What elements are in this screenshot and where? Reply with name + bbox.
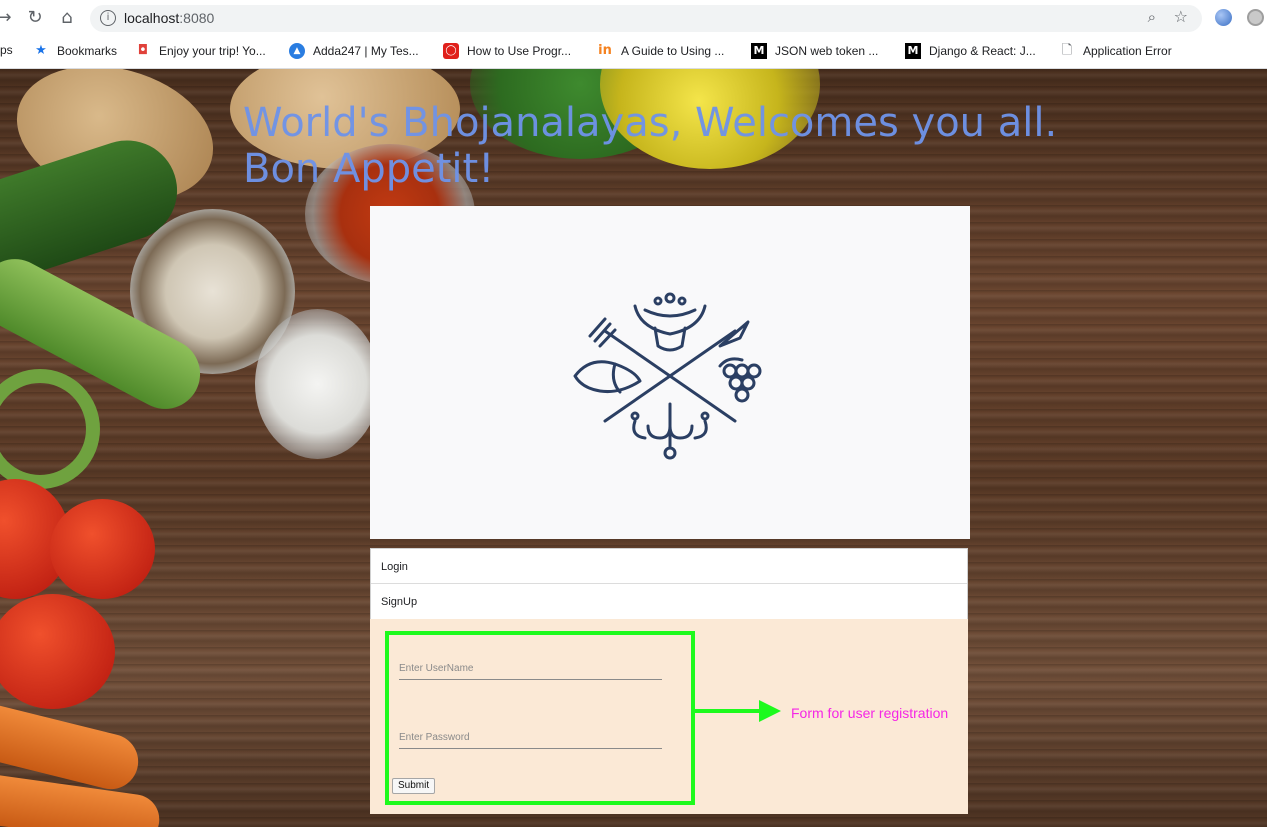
url-host: localhost — [124, 10, 180, 26]
extension-icon[interactable] — [1215, 9, 1232, 26]
oracle-icon: ◯ — [443, 43, 459, 59]
bookmark-json[interactable]: M JSON web token ... — [751, 43, 878, 59]
logo-fish — [573, 360, 642, 394]
logo-chandelier — [632, 402, 708, 448]
logo-knife-blade — [718, 320, 750, 348]
forward-icon[interactable]: → — [0, 6, 16, 30]
bookmark-label: Application Error — [1083, 44, 1172, 58]
registration-form: Enter UserName Enter Password Submit — [385, 631, 695, 805]
bookmark-label: A Guide to Using ... — [621, 44, 725, 58]
address-bar[interactable]: i localhost:8080 ⌕ ☆ — [90, 5, 1202, 32]
annotation-label: Form for user registration — [791, 705, 949, 721]
logo-fork-tines — [588, 317, 617, 348]
bookmarks-bar: ps ★ Bookmarks ◘ Enjoy your trip! Yo... ▲ A… — [0, 36, 1267, 69]
password-input[interactable]: Enter Password — [399, 732, 470, 743]
bookmark-trip[interactable]: ◘ Enjoy your trip! Yo... — [135, 43, 266, 59]
annotation-arrow-icon — [759, 700, 781, 722]
home-icon[interactable]: ⌂ — [55, 6, 79, 30]
signup-menu-item[interactable]: SignUp — [371, 584, 967, 619]
url-text[interactable]: localhost:8080 — [124, 10, 214, 26]
bookmark-app-error[interactable]: 🗋 Application Error — [1059, 43, 1172, 59]
bookmark-django[interactable]: M Django & React: J... — [905, 43, 1036, 59]
green-bean-image — [0, 369, 100, 489]
url-port: :8080 — [179, 10, 215, 26]
restaurant-logo-icon — [573, 292, 762, 460]
username-underline — [399, 679, 662, 680]
bookmark-adda[interactable]: ▲ Adda247 | My Tes... — [289, 43, 419, 59]
salt-jar-image — [255, 309, 380, 459]
bookmark-label: How to Use Progr... — [467, 44, 572, 58]
star-icon: ★ — [35, 43, 47, 58]
bookmark-label: Bookmarks — [57, 44, 118, 58]
browser-toolbar: → ↻ ⌂ i localhost:8080 ⌕ ☆ — [0, 0, 1267, 36]
bookmark-label: Django & React: J... — [929, 44, 1036, 58]
password-underline — [399, 748, 662, 749]
bookmark-bookmarks[interactable]: ★ Bookmarks — [33, 43, 117, 59]
in-icon: in — [598, 43, 612, 58]
bookmark-oracle[interactable]: ◯ How to Use Progr... — [443, 43, 571, 59]
profile-icon[interactable] — [1247, 9, 1264, 26]
annotation-arrow-line — [695, 709, 761, 713]
bookmark-label: JSON web token ... — [775, 44, 879, 58]
submit-button[interactable]: Submit — [392, 778, 436, 794]
tomato-image — [0, 594, 115, 709]
page-background: World's Bhojanalayas, Welcomes you all. … — [0, 69, 1267, 827]
adda-icon: ▲ — [289, 43, 305, 59]
medium-icon: M — [905, 43, 921, 59]
username-input[interactable]: Enter UserName — [399, 663, 473, 674]
tomato-image — [50, 499, 155, 599]
bookmark-star-icon[interactable]: ☆ — [1174, 7, 1188, 26]
login-menu-item[interactable]: Login — [371, 549, 967, 584]
reload-icon[interactable]: ↻ — [23, 6, 47, 30]
logo-bull — [633, 304, 707, 352]
bookmark-label: Adda247 | My Tes... — [313, 44, 419, 58]
page-icon: 🗋 — [1061, 43, 1073, 58]
page-headline: World's Bhojanalayas, Welcomes you all. … — [243, 100, 1058, 192]
trip-icon: ◘ — [137, 43, 149, 58]
bookmark-label: ps — [0, 43, 13, 57]
medium-icon: M — [751, 43, 767, 59]
restaurant-logo-card — [370, 206, 970, 539]
info-icon[interactable]: i — [100, 10, 116, 26]
registration-panel: Enter UserName Enter Password Submit For… — [370, 619, 968, 814]
zoom-icon[interactable]: ⌕ — [1148, 8, 1156, 26]
bookmark-label: Enjoy your trip! Yo... — [159, 44, 266, 58]
bookmark-guide[interactable]: in A Guide to Using ... — [597, 43, 724, 59]
auth-menu: Login SignUp — [370, 548, 968, 620]
bookmark-apps[interactable]: ps — [0, 43, 13, 57]
